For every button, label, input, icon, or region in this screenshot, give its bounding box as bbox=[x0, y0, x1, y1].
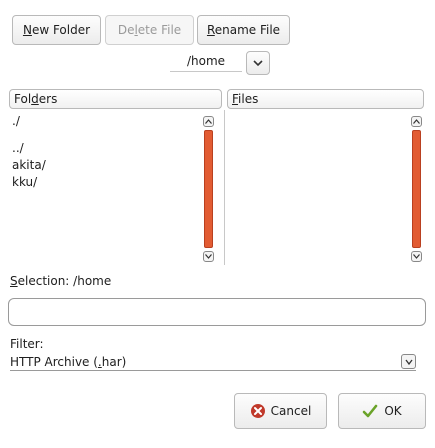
selection-input[interactable] bbox=[8, 298, 426, 326]
current-path: /home bbox=[170, 54, 242, 72]
scroll-up-icon[interactable] bbox=[203, 116, 214, 127]
cancel-icon bbox=[250, 403, 266, 419]
scroll-up-icon[interactable] bbox=[411, 116, 422, 127]
chevron-down-icon[interactable] bbox=[401, 354, 416, 369]
list-item[interactable]: kku/ bbox=[12, 174, 37, 190]
files-header-label: Files bbox=[232, 92, 259, 106]
files-column-header[interactable]: Files bbox=[227, 89, 424, 109]
files-scrollbar-thumb[interactable] bbox=[412, 130, 421, 248]
list-item[interactable]: ./ bbox=[12, 113, 20, 129]
filter-value: HTTP Archive (.har) bbox=[10, 354, 127, 369]
ok-label: OK bbox=[384, 404, 402, 418]
cancel-label: Cancel bbox=[270, 404, 312, 418]
filter-label: Filter: bbox=[10, 337, 44, 351]
folders-scrollbar-thumb[interactable] bbox=[204, 130, 213, 248]
column-divider bbox=[224, 110, 225, 265]
cancel-button[interactable]: Cancel bbox=[234, 393, 327, 429]
delete-file-label: Delete File bbox=[117, 23, 182, 37]
new-folder-label: New Folder bbox=[22, 23, 91, 37]
chevron-down-icon[interactable] bbox=[246, 51, 270, 75]
list-item[interactable]: akita/ bbox=[12, 157, 46, 173]
folders-column-header[interactable]: Folders bbox=[9, 89, 222, 109]
folders-header-label: Folders bbox=[14, 92, 58, 106]
path-selector[interactable]: /home bbox=[170, 50, 270, 76]
ok-button[interactable]: OK bbox=[338, 393, 426, 429]
new-folder-button[interactable]: New Folder bbox=[12, 15, 101, 45]
delete-file-button[interactable]: Delete File bbox=[105, 15, 194, 45]
rename-file-button[interactable]: Rename File bbox=[197, 15, 290, 45]
scroll-down-icon[interactable] bbox=[203, 251, 214, 262]
check-icon bbox=[362, 403, 378, 419]
rename-file-label: Rename File bbox=[206, 23, 281, 37]
selection-label: Selection: /home bbox=[10, 274, 112, 288]
folders-list[interactable]: ./ ../ akita/ kku/ bbox=[10, 113, 200, 263]
list-item[interactable]: ../ bbox=[12, 140, 24, 156]
filter-select[interactable]: HTTP Archive (.har) bbox=[10, 353, 416, 371]
scroll-down-icon[interactable] bbox=[411, 251, 422, 262]
files-list[interactable] bbox=[228, 113, 408, 263]
